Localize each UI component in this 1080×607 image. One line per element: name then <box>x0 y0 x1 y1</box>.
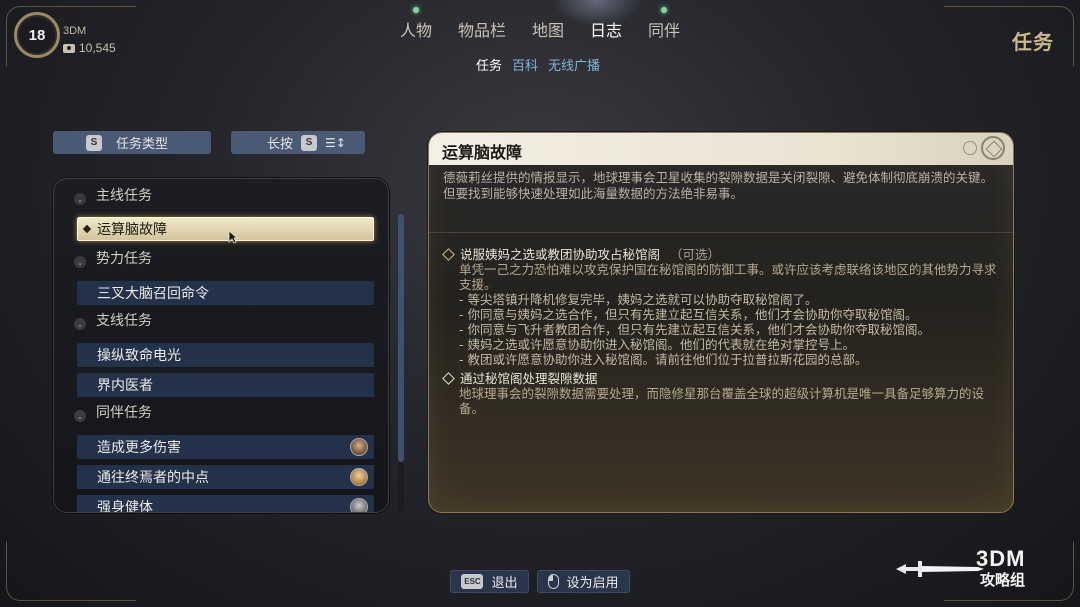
category-label: 支线任务 <box>96 313 152 329</box>
ornament-icon <box>963 141 977 155</box>
category-side-quests[interactable]: ⌄ 支线任务 <box>74 308 374 332</box>
set-active-button[interactable]: 设为启用 <box>536 570 630 593</box>
quest-list-scrollbar[interactable] <box>398 214 404 512</box>
money-icon <box>63 43 75 53</box>
quest-row[interactable]: 操纵致命电光 <box>77 343 374 367</box>
sort-prefix-label: 长按 <box>267 137 294 152</box>
watermark-logo: 3DM 攻略组 <box>894 544 1062 592</box>
quest-label: 界内医者 <box>97 378 153 394</box>
tab-companions[interactable]: 同伴 <box>648 7 681 43</box>
objective-step: - 教团或许愿意协助你进入秘馆阁。请前往他们位于拉普拉斯花园的总部。 <box>459 352 868 367</box>
objective-label: 通过秘馆阁处理裂隙数据 <box>460 371 598 386</box>
watermark-line2: 攻略组 <box>980 571 1026 589</box>
optional-tag: （可选） <box>670 247 721 262</box>
scrollbar-thumb[interactable] <box>398 214 404 462</box>
objective-diamond-icon <box>442 372 455 385</box>
category-label: 势力任务 <box>96 251 152 267</box>
subtab-codex[interactable]: 百科 <box>512 55 538 74</box>
objective-step: - 你同意与飞升者教团合作，但只有先建立起互信关系，他们才会协助你夺取秘馆阁。 <box>459 322 930 337</box>
chevron-down-icon: ⌄ <box>74 410 86 422</box>
esc-key-icon: ESC <box>461 574 484 589</box>
category-companion-quests[interactable]: ⌄ 同伴任务 <box>74 400 374 424</box>
objective-label: 说服姨妈之选或教团协助攻占秘馆阁 <box>460 247 661 262</box>
quest-label: 三叉大脑召回命令 <box>97 286 209 302</box>
objective-title: 说服姨妈之选或教团协助攻占秘馆阁 （可选） <box>441 247 1007 262</box>
quest-title: 运算脑故障 <box>442 143 523 162</box>
quest-list-panel: ⌄ 主线任务 运算脑故障 ⌄ 势力任务 三叉大脑召回命令 ⌄ 支线任务 操纵致命… <box>53 178 389 513</box>
chevron-down-icon: ⌄ <box>74 318 86 330</box>
category-label: 同伴任务 <box>96 405 152 421</box>
quest-row[interactable]: 造成更多伤害 <box>77 435 374 459</box>
exit-label: 退出 <box>491 576 518 591</box>
key-s-icon: S <box>86 134 102 151</box>
quest-row[interactable]: 强身健体 <box>77 495 374 513</box>
quest-row[interactable]: 界内医者 <box>77 373 374 397</box>
quest-label: 通往终焉者的中点 <box>97 470 209 486</box>
chevron-down-icon: ⌄ <box>74 256 86 268</box>
filter-label: 任务类型 <box>116 137 169 152</box>
quest-row[interactable]: 通往终焉者的中点 <box>77 465 374 489</box>
ornament-icon <box>981 136 1005 160</box>
objective-step: - 你同意与姨妈之选合作，但只有先建立起互信关系，他们才会协助你夺取秘馆阁。 <box>459 307 918 322</box>
quest-type-filter-button[interactable]: S 任务类型 <box>53 131 211 154</box>
player-money: 10,545 <box>63 41 116 55</box>
category-label: 主线任务 <box>96 188 152 204</box>
sort-icon: ☰↕ <box>325 135 346 150</box>
tab-label: 同伴 <box>648 21 681 40</box>
sub-nav: 任务 百科 无线广播 <box>476 55 600 74</box>
quest-label: 造成更多伤害 <box>97 440 181 456</box>
category-faction-quests[interactable]: ⌄ 势力任务 <box>74 246 374 270</box>
top-nav: 人物 物品栏 地图 日志 同伴 <box>0 7 1080 43</box>
quest-detail-panel: 运算脑故障 德薇莉丝提供的情报显示，地球理事会卫星收集的裂隙数据是关闭裂隙、避免… <box>428 132 1014 513</box>
mouse-cursor-icon <box>228 230 238 244</box>
detail-header: 运算脑故障 <box>429 133 1013 165</box>
key-s-icon: S <box>301 134 318 151</box>
subtab-quests[interactable]: 任务 <box>476 55 502 74</box>
objective-step: - 姨妈之选或许愿意协助你进入秘馆阁。他们的代表就在绝对掌控号上。 <box>459 337 855 352</box>
money-value: 10,545 <box>79 41 116 55</box>
quest-description: 德薇莉丝提供的情报显示，地球理事会卫星收集的裂隙数据是关闭裂隙、避免体制彻底崩溃… <box>443 170 994 201</box>
quest-row[interactable]: 运算脑故障 <box>77 217 374 244</box>
objective-step: - 等尖塔镇升降机修复完毕，姨妈之选就可以协助夺取秘馆阁了。 <box>459 292 818 307</box>
quest-label: 操纵致命电光 <box>97 348 181 364</box>
tab-label: 地图 <box>531 21 564 40</box>
exit-button[interactable]: ESC 退出 <box>450 570 529 593</box>
section-title: 任务 <box>1012 30 1054 54</box>
notification-dot-icon <box>661 7 668 13</box>
objectives-list: 说服姨妈之选或教团协助攻占秘馆阁 （可选） 单凭一己之力恐怕难以攻克保护国在秘馆… <box>441 247 1007 416</box>
category-main-quests[interactable]: ⌄ 主线任务 <box>74 183 374 207</box>
companion-portrait-icon <box>350 438 368 456</box>
notification-dot-icon <box>412 7 419 13</box>
mouse-left-click-icon <box>547 574 559 589</box>
sword-icon <box>896 561 984 577</box>
tab-journal[interactable]: 日志 <box>590 15 622 43</box>
quest-label: 强身健体 <box>97 500 153 513</box>
tab-label: 日志 <box>590 21 623 40</box>
companion-portrait-icon <box>350 498 368 512</box>
tab-label: 物品栏 <box>457 21 506 40</box>
objective-diamond-icon <box>442 248 455 261</box>
objective-title: 通过秘馆阁处理裂隙数据 <box>441 371 1007 386</box>
quest-label: 运算脑故障 <box>97 222 167 238</box>
set-active-label: 设为启用 <box>566 576 619 591</box>
divider <box>429 232 1013 233</box>
quest-row[interactable]: 三叉大脑召回命令 <box>77 281 374 305</box>
objective-body: 地球理事会的裂隙数据需要处理，而隐修星那台覆盖全球的超级计算机是唯一具备足够算力… <box>459 386 985 416</box>
chevron-down-icon: ⌄ <box>74 193 86 205</box>
companion-portrait-icon <box>350 468 368 486</box>
tab-character[interactable]: 人物 <box>399 7 432 43</box>
subtab-radio[interactable]: 无线广播 <box>548 55 600 74</box>
sort-button[interactable]: 长按 S ☰↕ <box>231 131 365 154</box>
tab-map[interactable]: 地图 <box>532 15 564 43</box>
tab-label: 人物 <box>399 21 432 40</box>
tab-inventory[interactable]: 物品栏 <box>458 15 506 43</box>
objective-body: 单凭一己之力恐怕难以攻克保护国在秘馆阁的防御工事。或许应该考虑联络该地区的其他势… <box>459 262 997 292</box>
tracked-marker-icon <box>82 224 92 234</box>
